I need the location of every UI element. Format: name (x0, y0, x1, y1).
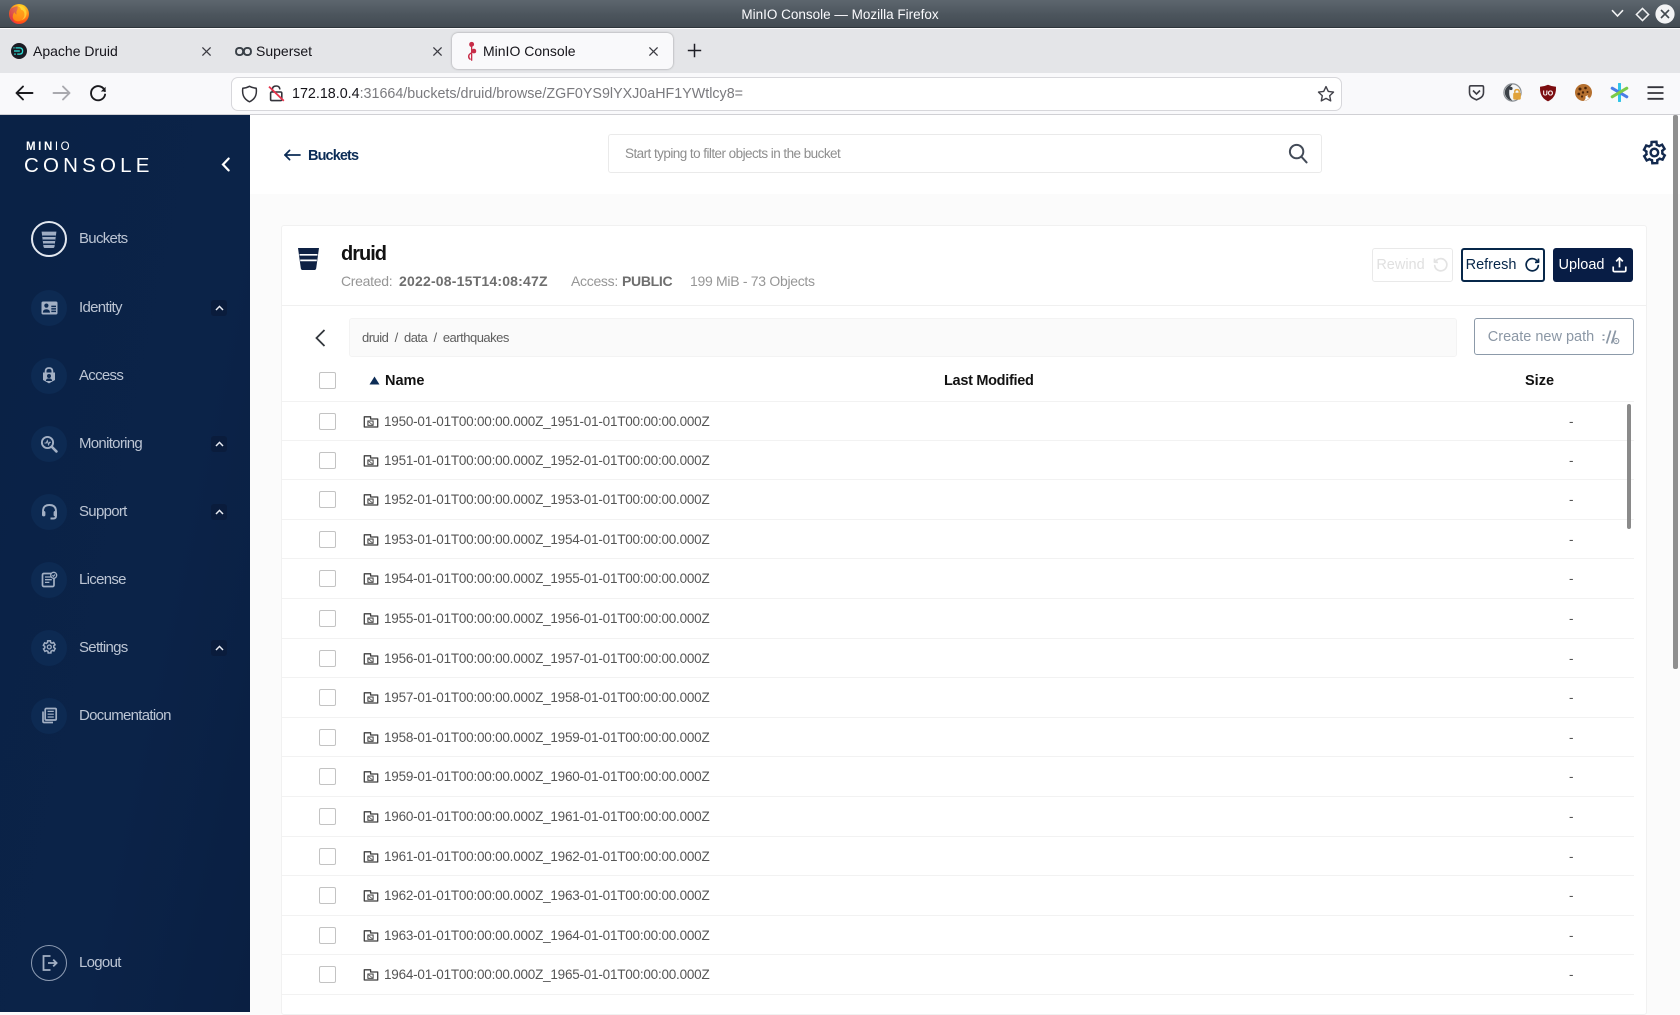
svg-text:UO: UO (1543, 91, 1554, 98)
